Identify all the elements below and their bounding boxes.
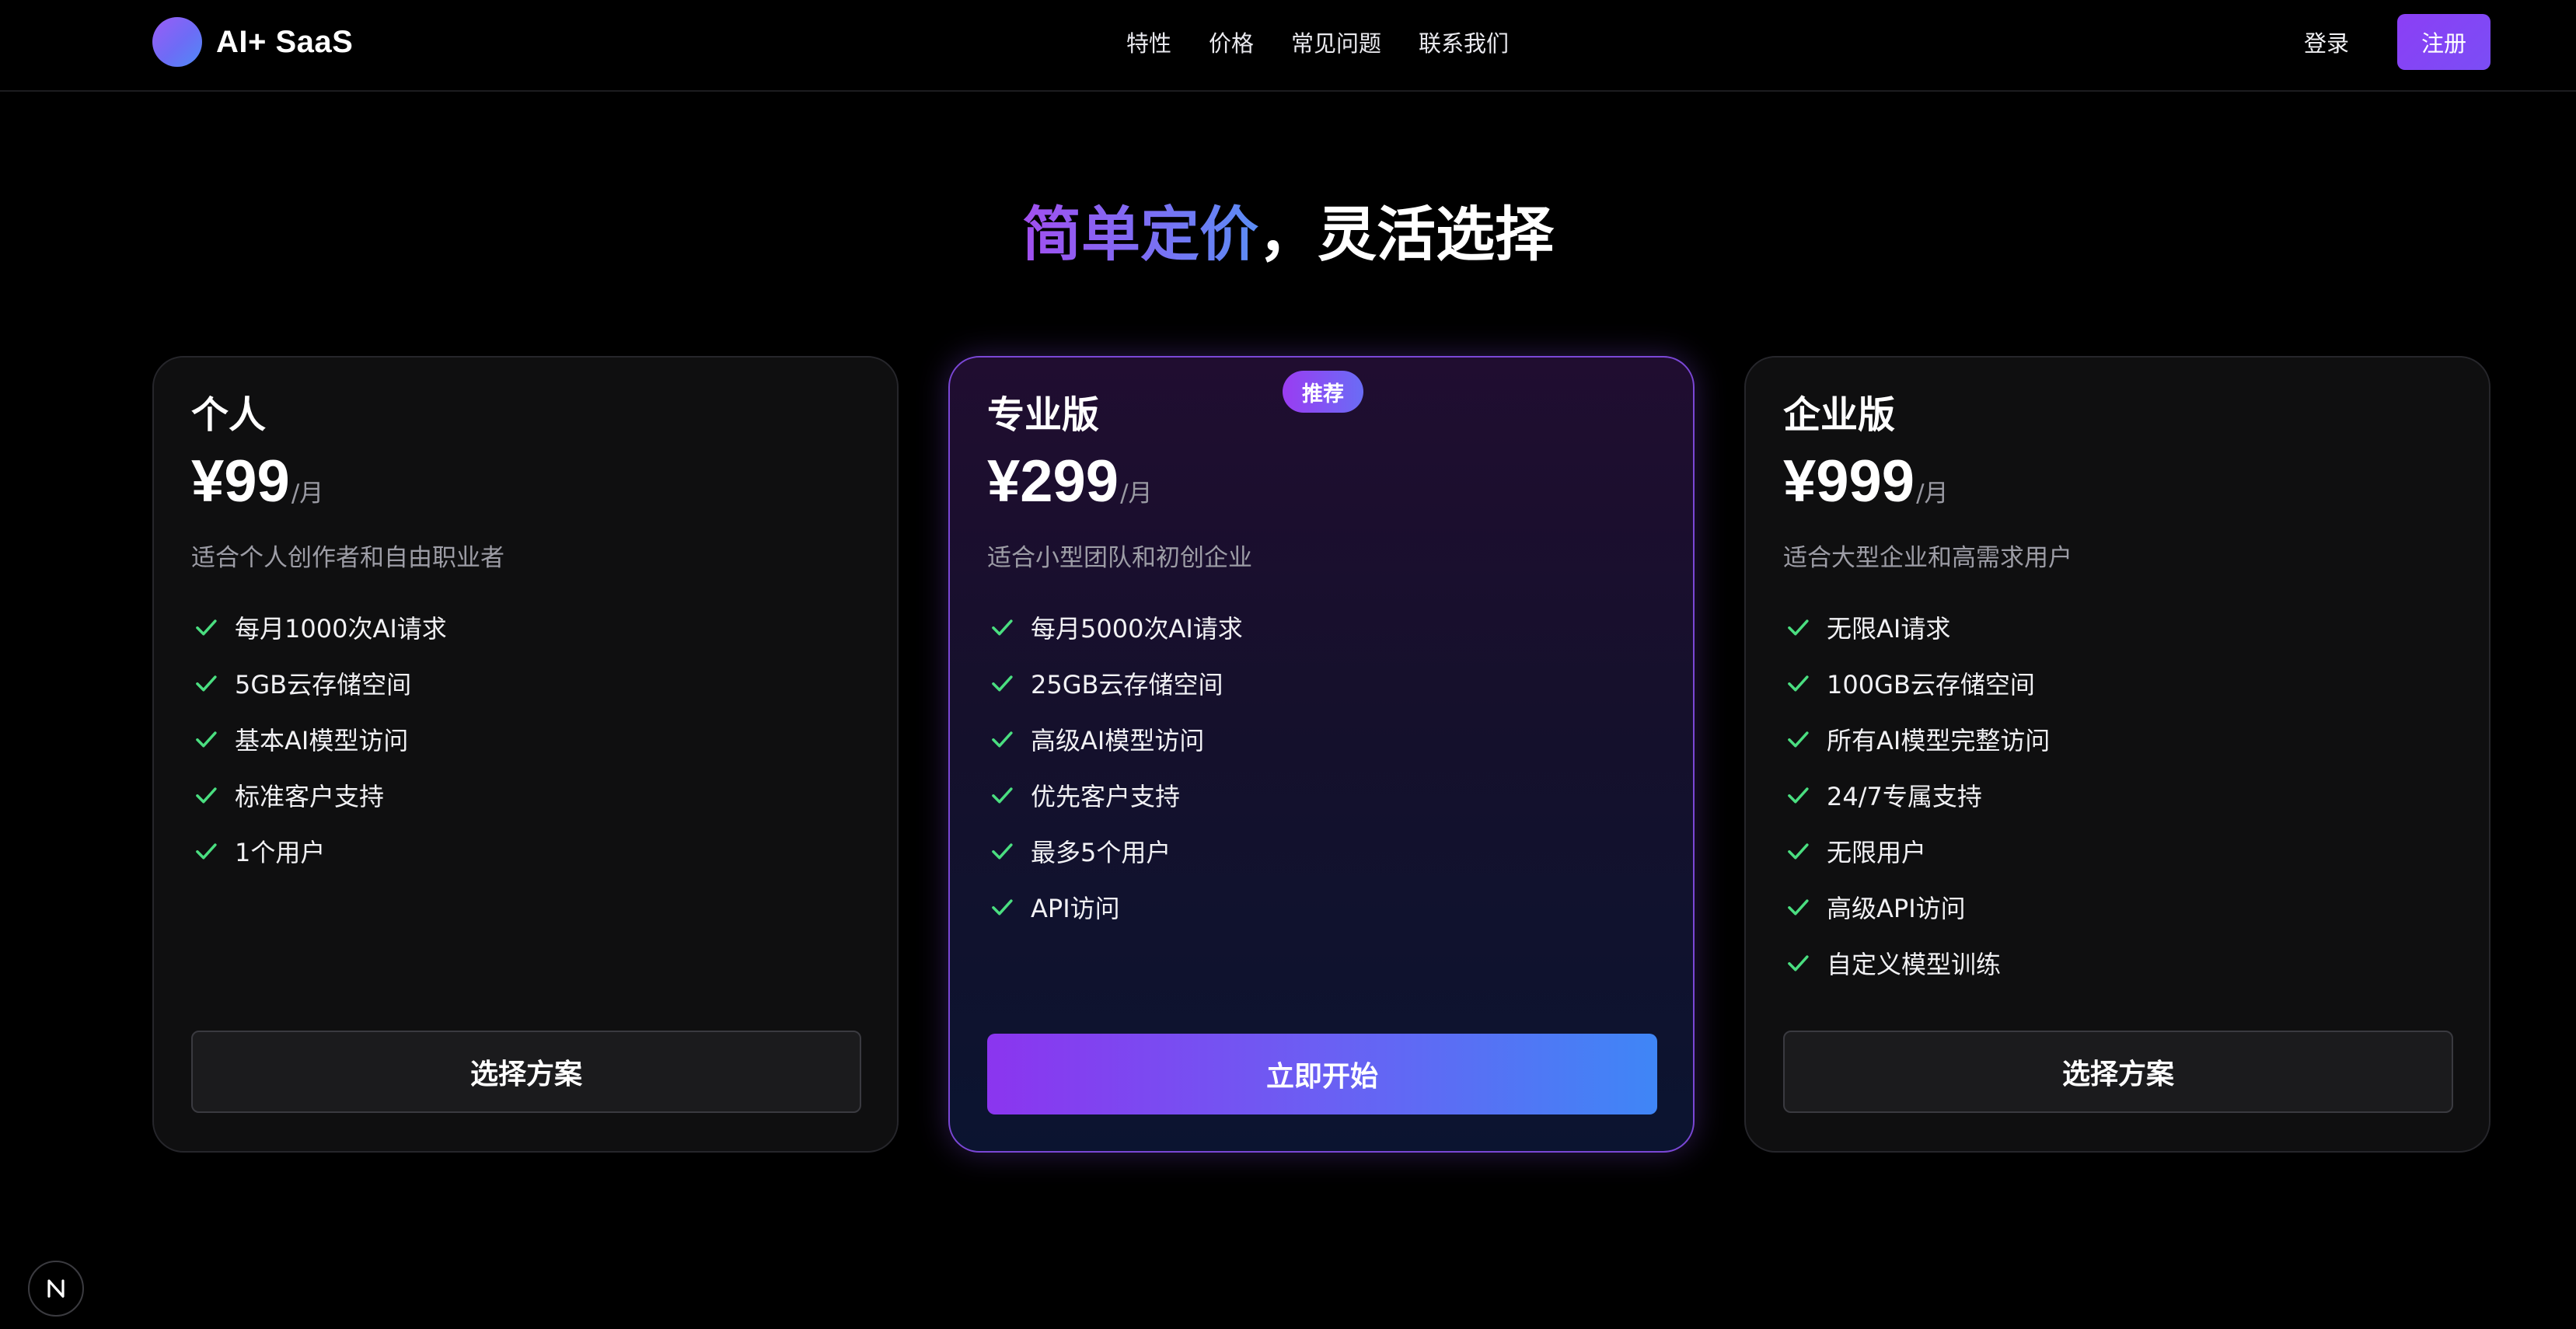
- check-icon: [196, 619, 217, 636]
- check-icon: [196, 731, 217, 748]
- feature-text: 自定义模型训练: [1827, 950, 2002, 979]
- feature-item: 5GB云存储空间: [191, 655, 860, 711]
- gradient-circle-logo-icon: [152, 17, 202, 67]
- feature-item: 100GB云存储空间: [1783, 655, 2452, 711]
- plan-period: /月: [1916, 480, 1949, 508]
- feature-item: 高级API访问: [1783, 879, 2452, 935]
- plan-period: /月: [291, 480, 324, 508]
- feature-text: API访问: [1031, 894, 1120, 923]
- feature-list: 每月1000次AI请求 5GB云存储空间 基本AI模型访问 标准客户支持 1个用户: [191, 599, 860, 879]
- feature-item: 基本AI模型访问: [191, 711, 860, 767]
- feature-item: 24/7专属支持: [1783, 767, 2452, 823]
- plan-description: 适合小型团队和初创企业: [987, 544, 1252, 572]
- price-row: ¥99 /月: [191, 452, 860, 511]
- price-row: ¥299 /月: [987, 452, 1656, 511]
- feature-item: 25GB云存储空间: [987, 655, 1656, 711]
- check-icon: [992, 843, 1013, 860]
- nav-link-pricing[interactable]: 价格: [1209, 26, 1254, 58]
- feature-item: 优先客户支持: [987, 767, 1656, 823]
- feature-text: 所有AI模型完整访问: [1827, 726, 2051, 755]
- feature-text: 无限用户: [1827, 838, 1927, 867]
- feature-text: 最多5个用户: [1031, 838, 1171, 867]
- feature-item: 所有AI模型完整访问: [1783, 711, 2452, 767]
- check-icon: [992, 675, 1013, 692]
- choose-plan-button[interactable]: 选择方案: [1783, 1031, 2453, 1113]
- plan-price: ¥999: [1783, 448, 1915, 515]
- check-icon: [992, 619, 1013, 636]
- login-button[interactable]: 登录: [2304, 23, 2349, 61]
- start-now-button[interactable]: 立即开始: [987, 1034, 1657, 1114]
- check-icon: [1788, 955, 1809, 971]
- pricing-heading-rest: ，灵活选择: [1258, 200, 1554, 269]
- feature-item: API访问: [987, 879, 1656, 935]
- plan-description: 适合个人创作者和自由职业者: [191, 544, 504, 572]
- plan-period: /月: [1120, 480, 1153, 508]
- choose-plan-button[interactable]: 选择方案: [191, 1031, 861, 1113]
- feature-item: 无限用户: [1783, 823, 2452, 879]
- check-icon: [1788, 899, 1809, 916]
- plan-name: 企业版: [1783, 393, 1896, 437]
- feature-text: 25GB云存储空间: [1031, 670, 1223, 699]
- feature-item: 每月1000次AI请求: [191, 599, 860, 655]
- signup-button[interactable]: 注册: [2397, 14, 2490, 70]
- feature-text: 24/7专属支持: [1827, 782, 1982, 811]
- feature-text: 1个用户: [235, 838, 326, 867]
- feature-text: 每月1000次AI请求: [235, 614, 447, 644]
- brand-name: AI+ SaaS: [216, 24, 354, 59]
- check-icon: [1788, 675, 1809, 692]
- check-icon: [992, 899, 1013, 916]
- feature-text: 高级AI模型访问: [1031, 726, 1205, 755]
- check-icon: [992, 731, 1013, 748]
- pricing-card-enterprise: 企业版 ¥999 /月 适合大型企业和高需求用户 无限AI请求 100GB云存储空…: [1744, 356, 2490, 1153]
- n-letter-icon[interactable]: [28, 1261, 84, 1317]
- feature-text: 每月5000次AI请求: [1031, 614, 1243, 644]
- feature-text: 标准客户支持: [235, 782, 385, 811]
- feature-list: 每月5000次AI请求 25GB云存储空间 高级AI模型访问 优先客户支持 最多5个用户…: [987, 599, 1656, 935]
- feature-list: 无限AI请求 100GB云存储空间 所有AI模型完整访问 24/7专属支持 无限用户高级…: [1783, 599, 2452, 991]
- feature-text: 100GB云存储空间: [1827, 670, 2035, 699]
- feature-item: 无限AI请求: [1783, 599, 2452, 655]
- plan-price: ¥99: [191, 448, 290, 515]
- feature-item: 最多5个用户: [987, 823, 1656, 879]
- main-nav: 特性 价格 常见问题 联系我们: [1126, 23, 1509, 61]
- feature-item: 标准客户支持: [191, 767, 860, 823]
- check-icon: [1788, 787, 1809, 804]
- plan-name: 个人: [191, 393, 267, 437]
- check-icon: [1788, 731, 1809, 748]
- feature-item: 每月5000次AI请求: [987, 599, 1656, 655]
- pricing-heading: 简单定价，灵活选择: [0, 187, 2576, 272]
- recommended-badge: 推荐: [1283, 371, 1363, 413]
- feature-text: 5GB云存储空间: [235, 670, 412, 699]
- feature-item: 自定义模型训练: [1783, 935, 2452, 991]
- top-navbar: AI+ SaaS 特性 价格 常见问题 联系我们 登录 注册: [0, 0, 2576, 92]
- feature-item: 高级AI模型访问: [987, 711, 1656, 767]
- check-icon: [196, 675, 217, 692]
- brand-logo-link[interactable]: AI+ SaaS: [152, 17, 353, 67]
- check-icon: [196, 843, 217, 860]
- pricing-heading-highlight: 简单定价: [1022, 200, 1258, 269]
- nav-link-faq[interactable]: 常见问题: [1291, 26, 1381, 58]
- check-icon: [196, 787, 217, 804]
- nav-link-contact[interactable]: 联系我们: [1419, 26, 1509, 58]
- check-icon: [1788, 843, 1809, 860]
- plan-price: ¥299: [987, 448, 1119, 515]
- pricing-card-personal: 个人 ¥99 /月 适合个人创作者和自由职业者 每月1000次AI请求 5GB云存…: [152, 356, 899, 1153]
- n-letter-glyph-icon: [47, 1279, 65, 1298]
- feature-text: 高级API访问: [1827, 894, 1966, 923]
- check-icon: [1788, 619, 1809, 636]
- check-icon: [992, 787, 1013, 804]
- price-row: ¥999 /月: [1783, 452, 2452, 511]
- feature-text: 优先客户支持: [1031, 782, 1181, 811]
- plan-description: 适合大型企业和高需求用户: [1783, 544, 2072, 572]
- feature-text: 无限AI请求: [1827, 614, 1951, 644]
- feature-text: 基本AI模型访问: [235, 726, 409, 755]
- pricing-card-pro: 推荐 专业版 ¥299 /月 适合小型团队和初创企业 每月5000次AI请求 25…: [948, 356, 1695, 1153]
- feature-item: 1个用户: [191, 823, 860, 879]
- nav-link-features[interactable]: 特性: [1126, 26, 1171, 58]
